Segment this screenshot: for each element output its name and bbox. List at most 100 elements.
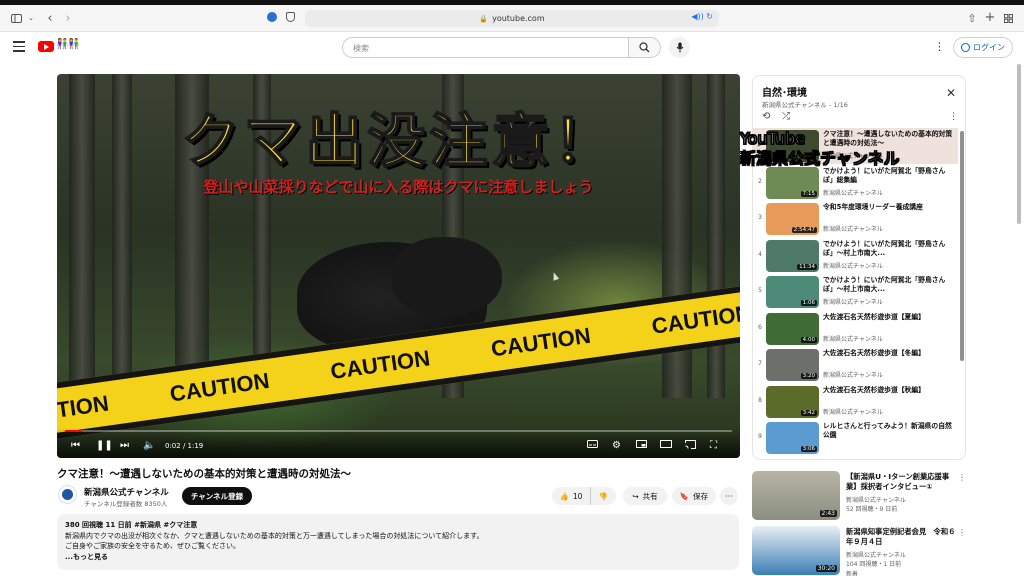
caution-word: CAUTION <box>328 345 432 385</box>
playlist-item[interactable]: 7 3:20 大佐渡石名天然杉遊歩道【冬編】 新潟県公式チャンネル <box>753 347 958 383</box>
video-title[interactable]: 令和5年度環境リーダー養成講座 <box>823 203 953 222</box>
video-title[interactable]: でかけよう！にいがた阿賀北「野鳥さんぽ」〜村上市南大... <box>823 276 953 295</box>
video-player[interactable]: クマ出没注意！ 登山や山菜採りなどで山に入る際はクマに注意しましょう TION … <box>57 74 740 458</box>
previous-icon[interactable]: ⏮ <box>71 440 80 451</box>
new-badge: 新着 <box>846 571 859 576</box>
share-label: 共有 <box>642 491 658 501</box>
video-title[interactable]: 大佐渡石名天然杉遊歩道【秋編】 <box>823 386 953 405</box>
audio-icon[interactable]: ◀)) ↻ <box>691 12 713 21</box>
video-thumbnail[interactable]: 2:54:47 <box>766 203 819 235</box>
doodle-icon[interactable]: 👫👫 <box>56 39 80 50</box>
video-title[interactable]: 新潟県知事定例記者会見 令和６年９月４日 <box>846 527 956 547</box>
extension-icon[interactable] <box>267 12 277 22</box>
channel-name: 新潟県公式チャンネル <box>823 262 883 270</box>
like-button[interactable]: 👍 10 <box>552 487 590 505</box>
tab-overview-icon[interactable] <box>1000 10 1016 26</box>
video-thumbnail[interactable]: 3:06 <box>766 422 819 454</box>
subtitles-icon[interactable] <box>587 440 598 448</box>
video-thumbnail[interactable]: 3:42 <box>766 385 819 418</box>
miniplayer-icon[interactable] <box>636 440 647 448</box>
new-tab-icon[interactable]: + <box>982 9 998 25</box>
playlist-index: 6 <box>758 323 762 331</box>
description-box[interactable]: 380 回視聴 11 日前 #新潟県 #クマ注意 新潟県内でクマの出没が相次ぐな… <box>57 514 739 570</box>
channel-name: 新潟県公式チャンネル <box>846 497 906 504</box>
back-arrow-icon[interactable]: ‹ <box>42 10 58 26</box>
playlist-scrollbar[interactable] <box>960 131 964 361</box>
playlist-title[interactable]: 自然･環境 <box>762 84 807 99</box>
playlist-item[interactable]: 9 3:06 レルヒさんと行ってみよう！新潟県の自然公園 <box>753 420 958 456</box>
video-overlay-subtitle: 登山や山菜採りなどで山に入る際はクマに注意しましょう <box>203 178 594 196</box>
channel-name: 新潟県公式チャンネル <box>846 552 906 559</box>
watermark-line: YouTube <box>739 128 806 148</box>
video-title[interactable]: 【新潟県U・Iターン創業応援事業】採択者インタビュー① <box>846 472 956 492</box>
theater-mode-icon[interactable] <box>660 440 672 448</box>
video-thumbnail[interactable]: 3:20 <box>766 349 819 381</box>
voice-search-button[interactable] <box>669 37 690 58</box>
url-text: youtube.com <box>492 14 545 23</box>
playlist-item[interactable]: 5 1:06 でかけよう！にいがた阿賀北「野鳥さんぽ」〜村上市南大... 新潟県公式チ… <box>753 274 958 310</box>
fullscreen-icon[interactable]: ⛶ <box>710 440 717 451</box>
more-vertical-icon[interactable]: ⋮ <box>958 528 966 537</box>
cast-icon[interactable] <box>685 440 696 449</box>
search-input[interactable]: 検索 <box>342 37 628 58</box>
show-more-link[interactable]: ...もっと見る <box>65 552 731 563</box>
video-thumbnail[interactable]: 7:15 <box>766 166 819 199</box>
pause-icon[interactable]: ❚❚ <box>96 440 113 451</box>
more-actions-button[interactable]: ··· <box>720 487 738 505</box>
more-vertical-icon[interactable]: ⋮ <box>949 112 958 122</box>
next-icon[interactable]: ⏭ <box>120 440 129 451</box>
video-duration: 11:34 <box>797 263 817 270</box>
dislike-button[interactable]: 👎 <box>590 487 616 505</box>
playlist-item[interactable]: 8 3:42 大佐渡石名天然杉遊歩道【秋編】 新潟県公式チャンネル <box>753 384 958 420</box>
address-bar[interactable]: 🔒 youtube.com ◀)) ↻ <box>305 10 719 27</box>
video-title[interactable]: 大佐渡石名天然杉遊歩道【夏編】 <box>823 313 953 332</box>
save-label: 保存 <box>693 491 709 501</box>
search-button[interactable] <box>628 37 661 58</box>
page-scrollbar[interactable] <box>1017 64 1021 224</box>
youtube-logo[interactable] <box>38 41 54 52</box>
more-vertical-icon[interactable]: ⋮ <box>958 473 966 482</box>
login-label: ログイン <box>973 43 1005 52</box>
share-icon[interactable]: ⇧ <box>964 10 980 26</box>
channel-name: 新潟県公式チャンネル <box>823 299 883 306</box>
volume-icon[interactable]: 🔈 <box>143 440 155 451</box>
bear-head <box>392 237 502 315</box>
subscribe-button[interactable]: チャンネル登録 <box>182 487 252 505</box>
playlist-item[interactable]: 3 2:54:47 令和5年度環境リーダー養成講座 新潟県公式チャンネル <box>753 201 958 237</box>
more-vertical-icon[interactable]: ⋮ <box>934 40 945 53</box>
video-duration: 1:06 <box>800 300 817 306</box>
video-title[interactable]: でかけよう！にいがた阿賀北「野鳥さんぽ」総集編 <box>823 167 953 186</box>
chevron-down-icon[interactable]: ⌄ <box>23 10 39 26</box>
shuffle-icon[interactable]: ⤮ <box>782 111 790 122</box>
like-count: 10 <box>572 491 583 501</box>
video-thumbnail[interactable]: 30:20 <box>752 526 840 575</box>
video-thumbnail[interactable]: 1:06 <box>766 276 819 308</box>
channel-avatar[interactable] <box>58 485 77 504</box>
shield-icon[interactable] <box>286 12 295 22</box>
video-title[interactable]: レルヒさんと行ってみよう！新潟県の自然公園 <box>823 422 953 441</box>
video-thumbnail[interactable]: 2:43 <box>752 471 840 520</box>
close-icon[interactable]: ✕ <box>946 86 956 100</box>
video-title[interactable]: でかけよう！にいがた阿賀北「野鳥さんぽ」〜村上市南大... <box>823 240 953 259</box>
video-title[interactable]: 大佐渡石名天然杉遊歩道【冬編】 <box>823 349 953 368</box>
video-thumbnail[interactable]: 4:00 <box>766 312 819 345</box>
login-button[interactable]: ログイン <box>953 37 1013 58</box>
share-button[interactable]: ↪ 共有 <box>623 487 667 505</box>
save-button[interactable]: 🔖 保存 <box>672 487 716 505</box>
settings-icon[interactable]: ⚙ <box>612 440 621 451</box>
caution-word: CAUTION <box>650 300 740 339</box>
loop-icon[interactable]: ⟲ <box>762 111 770 122</box>
recommended-video[interactable]: 2:43 【新潟県U・Iターン創業応援事業】採択者インタビュー① 新潟県公式チャ… <box>752 471 967 521</box>
search-icon <box>639 42 650 53</box>
description-line: 新潟県内でクマの出没が相次ぐなか、クマと遭遇しないための基本的対策と万一遭遇して… <box>65 531 484 540</box>
playlist-item[interactable]: 6 4:00 大佐渡石名天然杉遊歩道【夏編】 新潟県公式チャンネル <box>753 311 958 347</box>
video-thumbnail[interactable]: 11:34 <box>766 239 819 272</box>
sidebar-toggle-icon[interactable] <box>8 10 24 26</box>
progress-bar[interactable] <box>65 430 732 432</box>
playlist-item[interactable]: 2 7:15 でかけよう！にいがた阿賀北「野鳥さんぽ」総集編 新潟県公式チャンネル <box>753 165 958 201</box>
channel-name[interactable]: 新潟県公式チャンネル <box>84 486 169 498</box>
playlist-item[interactable]: 4 11:34 でかけよう！にいがた阿賀北「野鳥さんぽ」〜村上市南大... 新潟県公式… <box>753 238 958 274</box>
forward-arrow-icon[interactable]: › <box>60 10 76 26</box>
recommended-video[interactable]: 30:20 新潟県知事定例記者会見 令和６年９月４日 新潟県公式チャンネル 10… <box>752 526 967 576</box>
menu-icon[interactable] <box>13 41 25 52</box>
